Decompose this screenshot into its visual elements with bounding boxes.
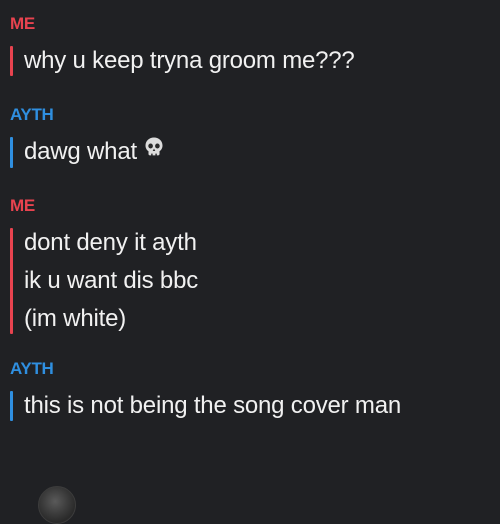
message-line: dawg what — [24, 133, 165, 172]
sender-color-bar — [10, 46, 13, 76]
message-line: why u keep tryna groom me??? — [24, 47, 355, 74]
sender-color-bar — [10, 391, 13, 421]
sender-name: AYTH — [10, 105, 54, 124]
message-group: AYTH this is not being the song cover ma… — [10, 359, 401, 425]
message-body: dawg what — [10, 133, 165, 172]
message-group: AYTH dawg what — [10, 105, 165, 172]
message-line: this is not being the song cover man — [24, 392, 402, 419]
message-body: this is not being the song cover man — [10, 387, 401, 425]
message-line: dont deny it ayth — [24, 229, 197, 256]
sender-name: AYTH — [10, 359, 54, 378]
avatar[interactable] — [38, 486, 76, 524]
message-body: dont deny it ayth ik u want dis bbc (im … — [10, 224, 198, 338]
message-line: ik u want dis bbc — [24, 267, 199, 294]
message-group: ME why u keep tryna groom me??? — [10, 14, 355, 80]
sender-name: ME — [10, 14, 35, 33]
message-text: dawg what — [24, 138, 137, 165]
message-line: (im white) — [24, 305, 127, 332]
sender-color-bar — [10, 228, 13, 334]
chat-log: ME why u keep tryna groom me??? AYTH daw… — [0, 0, 500, 524]
message-body: why u keep tryna groom me??? — [10, 42, 355, 80]
sender-name: ME — [10, 196, 35, 215]
message-group: ME dont deny it ayth ik u want dis bbc (… — [10, 196, 198, 338]
sender-color-bar — [10, 137, 13, 168]
skull-icon — [143, 132, 165, 170]
